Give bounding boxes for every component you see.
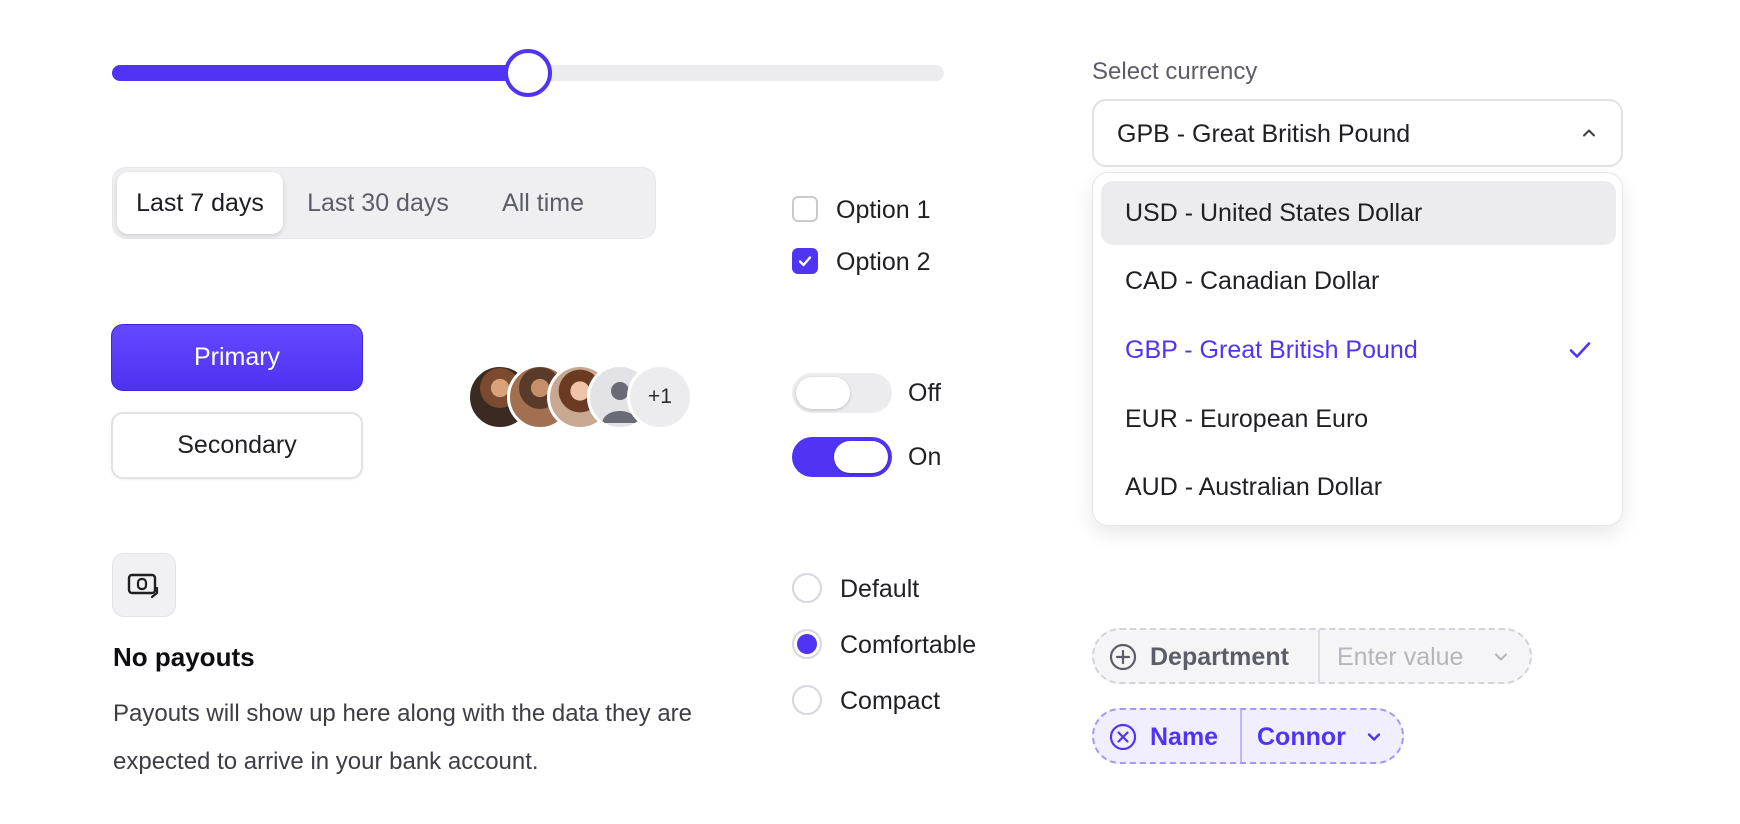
radio-comfortable[interactable] [792, 629, 822, 659]
empty-state-icon-tile [112, 553, 176, 617]
primary-button[interactable]: Primary [111, 324, 363, 391]
plus-circle-icon [1109, 643, 1137, 671]
toggle-knob [834, 441, 888, 473]
filter-value-input[interactable]: Enter value [1337, 643, 1463, 672]
chevron-down-icon [1495, 653, 1507, 661]
currency-option-eur[interactable]: EUR - European Euro [1101, 387, 1616, 451]
currency-dropdown-menu: USD - United States Dollar CAD - Canadia… [1092, 172, 1623, 526]
currency-option-aud[interactable]: AUD - Australian Dollar [1101, 455, 1616, 519]
check-icon [798, 256, 812, 267]
filter-value[interactable]: Connor [1257, 723, 1346, 752]
radio-compact[interactable] [792, 685, 822, 715]
checkbox-label: Option 2 [836, 248, 931, 276]
checkbox-option-2[interactable] [792, 248, 818, 274]
currency-select-value: GPB - Great British Pound [1117, 120, 1411, 148]
currency-option-label: GBP - Great British Pound [1125, 335, 1418, 364]
filter-label: Name [1150, 723, 1219, 751]
slider-thumb[interactable] [504, 49, 552, 97]
filter-label: Department [1150, 643, 1289, 671]
secondary-button[interactable]: Secondary [111, 412, 363, 479]
segment-last-7-days[interactable]: Last 7 days [117, 172, 283, 234]
cash-icon [127, 573, 159, 599]
toggle-knob [796, 377, 850, 409]
radio-label: Default [840, 575, 920, 603]
checkbox-option-1[interactable] [792, 196, 818, 222]
toggle-on[interactable] [792, 437, 892, 477]
chip-divider [1318, 630, 1320, 682]
empty-state-description: Payouts will show up here along with the… [113, 700, 693, 775]
currency-select[interactable]: GPB - Great British Pound [1092, 99, 1623, 167]
filter-chip-department[interactable]: Department Enter value [1092, 628, 1532, 684]
x-circle-icon[interactable] [1108, 722, 1138, 752]
currency-select-label: Select currency [1092, 58, 1258, 85]
filter-chip-name[interactable]: Name Connor [1092, 708, 1404, 764]
toggle-label: Off [908, 379, 941, 407]
segment-last-30-days[interactable]: Last 30 days [285, 172, 471, 234]
currency-option-cad[interactable]: CAD - Canadian Dollar [1101, 249, 1616, 313]
date-range-segmented-control: Last 7 days Last 30 days All time [112, 167, 656, 239]
radio-label: Compact [840, 687, 941, 715]
check-icon [1569, 342, 1591, 358]
radio-default[interactable] [792, 573, 822, 603]
chevron-down-icon [1367, 733, 1381, 741]
currency-option-usd[interactable]: USD - United States Dollar [1101, 181, 1616, 245]
chevron-up-icon [1583, 129, 1595, 137]
currency-option-gbp[interactable]: GBP - Great British Pound [1101, 318, 1616, 382]
avatar-overflow-count[interactable]: +1 [627, 364, 693, 430]
toggle-off[interactable] [792, 373, 892, 413]
toggle-label: On [908, 443, 942, 471]
checkbox-label: Option 1 [836, 196, 931, 224]
empty-state-title: No payouts [113, 642, 255, 672]
segment-all-time[interactable]: All time [473, 172, 613, 234]
slider-fill [112, 65, 528, 81]
radio-label: Comfortable [840, 631, 977, 659]
chip-divider [1240, 710, 1242, 762]
